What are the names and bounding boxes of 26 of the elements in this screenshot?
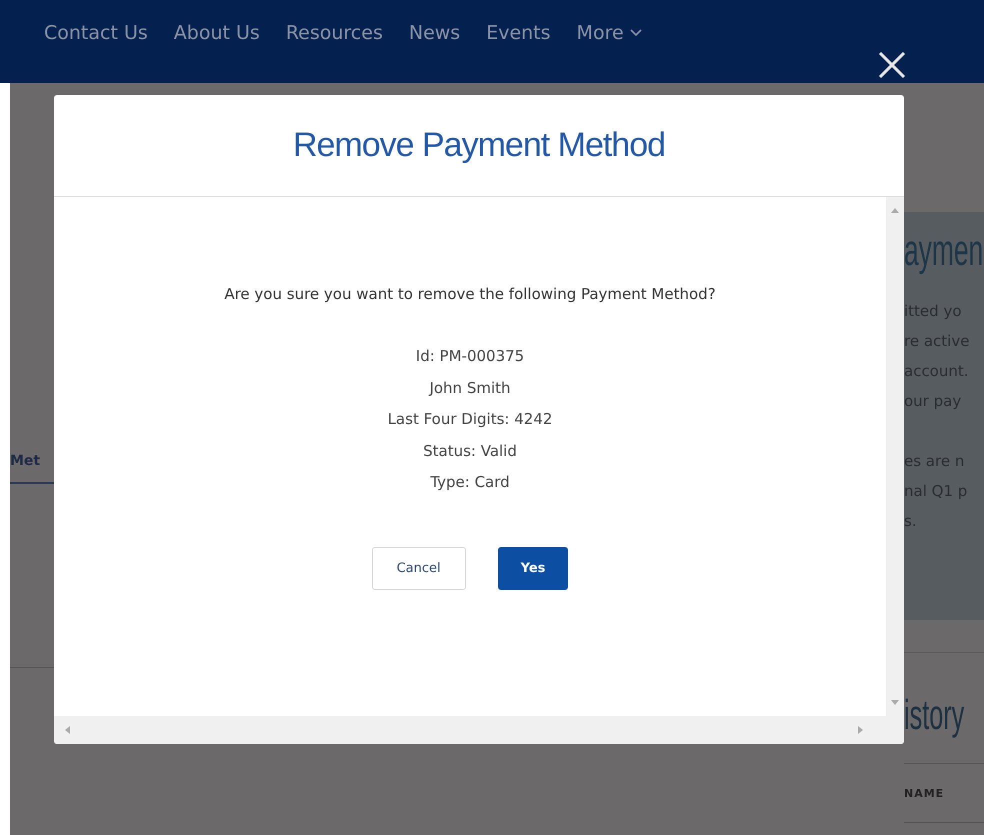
chevron-down-icon [630, 29, 642, 37]
nav-link[interactable]: Events [486, 18, 551, 48]
detail-text: John Smith [429, 378, 511, 398]
dialog-title: Remove Payment Method [292, 126, 666, 165]
panel-heading: aymen [904, 226, 984, 277]
detail-text: Id: PM-000375 [416, 346, 524, 367]
nav-link[interactable]: Contact Us [44, 18, 148, 48]
close-icon[interactable] [878, 52, 906, 78]
scroll-up-icon[interactable] [891, 207, 899, 215]
nav-link[interactable]: About Us [174, 18, 260, 48]
confirmation-question: Are you sure you want to remove the following Payment Method? [224, 285, 716, 303]
nav-link[interactable]: Resources [286, 18, 383, 48]
scroll-left-icon[interactable] [64, 726, 72, 734]
scroll-down-icon[interactable] [891, 698, 899, 706]
detail-text: Last Four Digits: 4242 [388, 409, 552, 430]
section-heading: istory [904, 691, 964, 739]
detail-text: Status: Valid [423, 440, 517, 462]
yes-button[interactable]: Yes [498, 546, 568, 590]
scroll-right-icon[interactable] [856, 726, 864, 734]
vertical-scrollbar[interactable] [886, 197, 904, 716]
detail-text: Type: Card [430, 472, 510, 493]
nav-link[interactable]: News [408, 18, 460, 48]
column-header: NAME [904, 786, 944, 800]
horizontal-scrollbar[interactable] [54, 716, 904, 744]
cancel-button[interactable]: Cancel [372, 546, 466, 590]
nav-link[interactable]: More [576, 18, 642, 48]
